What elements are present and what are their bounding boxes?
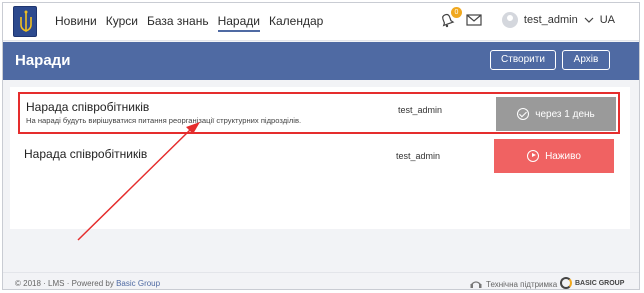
- brand-logo[interactable]: BASIC GROUP: [560, 277, 624, 289]
- basic-group-logo-icon: [560, 277, 572, 289]
- app-window: Новини Курси База знань Наради Календар …: [2, 2, 640, 290]
- meeting-title[interactable]: Нарада співробітників: [26, 100, 149, 114]
- user-name[interactable]: test_admin: [524, 14, 578, 26]
- chevron-down-icon[interactable]: [584, 16, 594, 24]
- footer: © 2018 · LMS · Powered by Basic Group Те…: [3, 272, 639, 289]
- page-title: Наради: [15, 52, 71, 69]
- play-circle-icon: [527, 150, 540, 162]
- create-button[interactable]: Створити: [490, 50, 556, 70]
- support-label[interactable]: Технічна підтримка: [486, 280, 557, 289]
- notification-badge: 0: [450, 7, 462, 18]
- meeting-row[interactable]: Нарада співробітників test_admin Наживо: [18, 137, 620, 179]
- nav-item-news[interactable]: Новини: [55, 14, 97, 32]
- nav-item-knowledge-base[interactable]: База знань: [147, 14, 209, 32]
- status-label: через 1 день: [535, 108, 595, 120]
- nav-item-meetings[interactable]: Наради: [217, 14, 260, 32]
- coat-of-arms-logo[interactable]: [13, 6, 37, 37]
- main-menu: Новини Курси База знань Наради Календар: [55, 14, 323, 32]
- language-switch[interactable]: UA: [600, 14, 615, 26]
- meeting-title[interactable]: Нарада співробітників: [24, 147, 147, 161]
- support-icon: [470, 281, 482, 288]
- check-circle-icon: [517, 108, 530, 120]
- meeting-author: test_admin: [396, 151, 441, 161]
- powered-by-link[interactable]: Basic Group: [116, 279, 160, 288]
- status-upcoming-button[interactable]: через 1 день: [496, 97, 616, 131]
- nav-item-courses[interactable]: Курси: [106, 14, 138, 32]
- top-navigation: Новини Курси База знань Наради Календар …: [3, 3, 639, 41]
- user-area: 0 test_admin UA: [438, 7, 615, 29]
- archive-button[interactable]: Архів: [562, 50, 610, 70]
- meeting-author: test_admin: [398, 105, 443, 115]
- meeting-row[interactable]: Нарада співробітників На нараді будуть в…: [18, 92, 620, 134]
- page-header: Наради Створити Архів: [3, 42, 639, 80]
- bell-icon[interactable]: 0: [438, 7, 462, 29]
- support-link[interactable]: Технічна підтримка: [470, 279, 557, 289]
- status-live-button[interactable]: Наживо: [494, 139, 614, 173]
- meeting-description: На нараді будуть вирішуватися питання ре…: [26, 116, 302, 125]
- brand-label: BASIC GROUP: [575, 279, 625, 287]
- copyright: © 2018 · LMS · Powered by Basic Group: [15, 279, 160, 288]
- meetings-list: Нарада співробітників На нараді будуть в…: [10, 87, 630, 229]
- nav-item-calendar[interactable]: Календар: [269, 14, 323, 32]
- status-label: Наживо: [545, 150, 581, 162]
- avatar[interactable]: [501, 12, 518, 28]
- copyright-text: © 2018 · LMS · Powered by: [15, 279, 117, 288]
- mail-icon[interactable]: [466, 11, 482, 29]
